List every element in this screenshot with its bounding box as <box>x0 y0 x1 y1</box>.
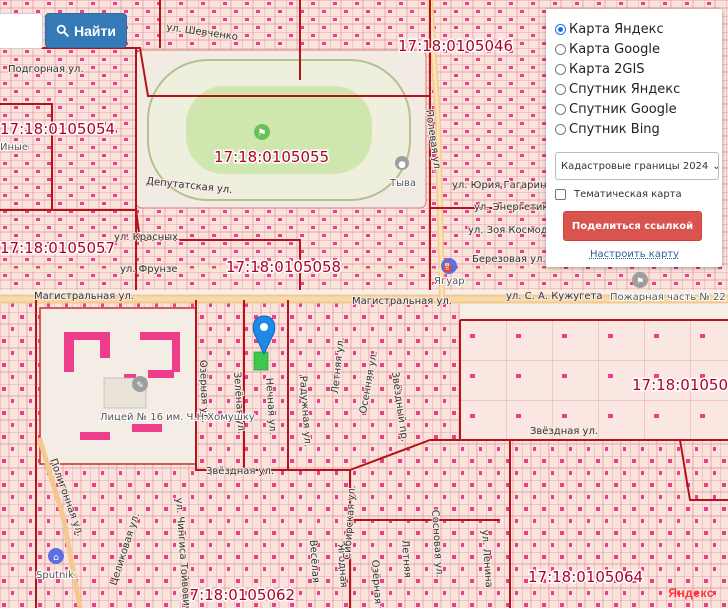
cadastral-label: 17:18:0105046 <box>398 37 513 55</box>
fire-station-icon: ⚑ <box>632 272 648 288</box>
street-label: ул. Фрунзе <box>120 264 178 275</box>
share-link-button[interactable]: Поделиться ссылкой <box>563 211 702 241</box>
shop-icon: ● <box>395 156 409 170</box>
layer-option-google-satellite[interactable]: Спутник Google <box>555 99 714 119</box>
radio-button[interactable] <box>555 23 566 35</box>
radio-button[interactable] <box>555 43 566 55</box>
layer-panel: Карта Яндекс Карта Google Карта 2GIS Спу… <box>546 9 722 267</box>
school-icon: ✎ <box>132 376 148 392</box>
street-label: ул. Красных <box>114 232 178 243</box>
cadastral-label: 17:18:0105058 <box>226 258 341 276</box>
svg-text:✎: ✎ <box>136 381 144 391</box>
radio-button[interactable] <box>555 63 566 75</box>
svg-text:⚑: ⚑ <box>636 277 644 287</box>
find-button[interactable]: Найти <box>45 13 127 48</box>
yandex-logo: Яндекс <box>668 586 714 600</box>
street-label: ул. С. А. Кужугета <box>506 291 603 302</box>
find-button-label: Найти <box>74 22 116 39</box>
yandex-logo-text: Яндекс <box>668 586 714 600</box>
cadastral-label: 17:18:01050 <box>632 376 728 394</box>
thematic-map-toggle[interactable]: Тематическая карта <box>555 189 714 200</box>
radio-button[interactable] <box>555 83 566 95</box>
sport-icon: ⚑ <box>254 124 270 140</box>
configure-map-link[interactable]: Настроить карту <box>555 249 714 260</box>
poi-label: Пожарная часть № 22 <box>610 292 726 303</box>
thematic-label: Тематическая карта <box>574 189 682 200</box>
chevron-down-icon: ⌄ <box>712 161 718 172</box>
layer-option-label: Карта 2GIS <box>569 61 645 77</box>
thematic-checkbox[interactable] <box>555 189 566 200</box>
svg-text:⌂: ⌂ <box>53 553 59 563</box>
svg-text:⚑: ⚑ <box>258 128 267 139</box>
street-label: Звёздная ул. <box>206 466 274 477</box>
search-icon <box>56 24 69 37</box>
street-label: Магистральная ул. <box>34 291 134 302</box>
street-label: ул. Юрия Гагарина <box>452 180 553 191</box>
street-label: Березовая ул. <box>472 254 546 265</box>
layer-option-bing-satellite[interactable]: Спутник Bing <box>555 119 714 139</box>
layer-option-label: Спутник Google <box>569 101 677 117</box>
layer-option-2gis-map[interactable]: Карта 2GIS <box>555 59 714 79</box>
layer-option-label: Карта Google <box>569 41 660 57</box>
cadastral-label: 17:18:0105055 <box>214 148 329 166</box>
layer-option-label: Карта Яндекс <box>569 21 664 37</box>
fuel-station-icon: ⛽ <box>441 258 457 274</box>
layer-option-label: Спутник Яндекс <box>569 81 681 97</box>
layer-option-yandex-map[interactable]: Карта Яндекс <box>555 19 714 39</box>
layer-option-yandex-satellite[interactable]: Спутник Яндекс <box>555 79 714 99</box>
overlay-select[interactable]: Кадастровые границы 2024 ⌄ <box>555 152 719 180</box>
svg-text:⛽: ⛽ <box>443 261 454 273</box>
selected-parcel[interactable] <box>253 351 269 371</box>
layer-option-google-map[interactable]: Карта Google <box>555 39 714 59</box>
cadastral-label: 17:18:0105054 <box>0 120 115 138</box>
poi-label: Sputnik <box>36 570 74 581</box>
poi-label: Ягуар <box>434 276 465 287</box>
search-input[interactable] <box>0 13 43 49</box>
poi-label: Тыва <box>389 178 416 189</box>
radio-button[interactable] <box>555 123 566 135</box>
cadastral-label: 17:18:0105062 <box>180 586 295 604</box>
layer-option-label: Спутник Bing <box>569 121 660 137</box>
street-label: Магистральная ул. <box>352 296 452 307</box>
radio-button[interactable] <box>555 103 566 115</box>
street-label: Подгорная ул. <box>8 64 84 75</box>
svg-text:●: ● <box>398 160 406 170</box>
hotel-icon: ⌂ <box>48 548 64 564</box>
poi-label: Лицей № 16 им. Ч.Н.Хомушку <box>100 412 255 423</box>
cadastral-label: 17:18:0105064 <box>528 568 643 586</box>
poi-label: Иные <box>0 142 28 153</box>
overlay-select-value: Кадастровые границы 2024 <box>561 160 709 172</box>
street-label: Звёздная ул. <box>530 426 598 437</box>
cadastral-label: 17:18:0105057 <box>0 239 115 257</box>
